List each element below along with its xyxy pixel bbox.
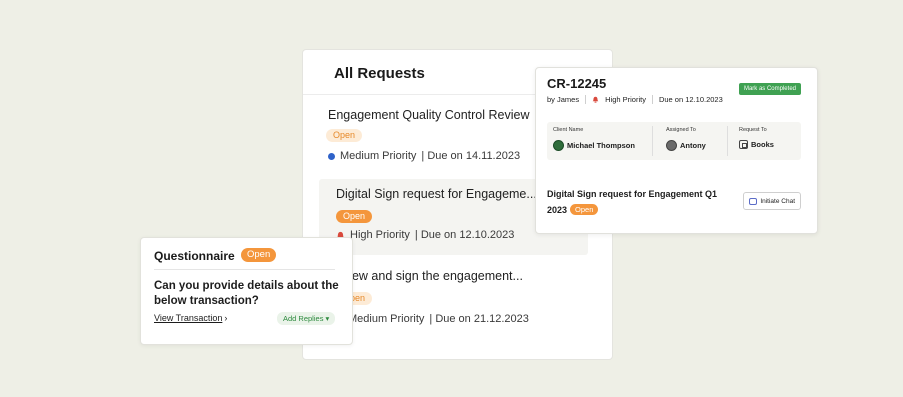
- panel-title: All Requests: [334, 65, 425, 82]
- priority-label: High Priority: [350, 229, 410, 241]
- field-value: Antony: [666, 140, 706, 151]
- divider: [651, 95, 653, 104]
- view-transaction-label: View Transaction: [154, 313, 223, 323]
- status-badge: Open: [570, 204, 599, 215]
- divider: [652, 126, 653, 156]
- view-transaction-link[interactable]: View Transaction ›: [154, 313, 227, 323]
- question-text: Can you provide details about the below …: [154, 280, 339, 307]
- field-value: Michael Thompson: [553, 140, 635, 151]
- request-title: eview and sign the engagement...: [336, 269, 523, 283]
- divider: [154, 269, 335, 270]
- mark-as-completed-button[interactable]: Mark as Completed: [738, 83, 801, 95]
- chevron-down-icon: ▾: [325, 314, 330, 323]
- requester: by James: [547, 95, 580, 104]
- books-icon: [739, 140, 748, 149]
- request-title: Engagement Quality Control Review: [328, 108, 530, 122]
- add-replies-label: Add Replies: [283, 314, 324, 323]
- request-target: Books: [751, 140, 774, 149]
- status-badge: Open: [336, 210, 373, 223]
- priority-label: Medium Priority: [340, 150, 417, 162]
- avatar: [553, 140, 564, 151]
- client-name-field: Client Name Michael Thompson: [553, 127, 635, 151]
- chevron-right-icon: ›: [224, 313, 228, 323]
- request-meta: by James High Priority Due on 12.10.2023: [547, 95, 723, 104]
- due-date: Due on 12.10.2023: [658, 95, 723, 104]
- request-meta: Medium Priority | Due on 14.11.2023: [328, 150, 520, 162]
- request-item[interactable]: eview and sign the engagement... Open Me…: [319, 263, 588, 333]
- status-badge: Open: [326, 129, 363, 142]
- questionnaire-card: Questionnaire Open Can you provide detai…: [140, 237, 353, 345]
- initiate-chat-button[interactable]: Initiate Chat: [743, 192, 801, 210]
- field-label: Request To: [739, 127, 767, 133]
- avatar: [666, 140, 677, 151]
- assigned-to-field: Assigned To Antony: [666, 127, 706, 151]
- field-value: Books: [739, 140, 774, 149]
- request-detail-card: CR-12245 by James High Priority Due on 1…: [535, 67, 818, 234]
- request-title: Digital Sign request for Engageme...: [336, 187, 537, 201]
- priority-label: Medium Priority: [348, 313, 425, 325]
- stage: All Requests Engagement Quality Control …: [0, 0, 903, 397]
- assignee-name: Antony: [680, 141, 706, 150]
- divider: [585, 95, 587, 104]
- chat-icon: [749, 197, 758, 205]
- field-label: Assigned To: [666, 127, 696, 133]
- client-name: Michael Thompson: [567, 141, 635, 150]
- field-label: Client Name: [553, 127, 584, 133]
- chat-button-label: Initiate Chat: [760, 197, 795, 205]
- due-date: | Due on 21.12.2023: [429, 313, 529, 325]
- add-replies-button[interactable]: Add Replies ▾: [277, 312, 336, 325]
- due-date: | Due on 12.10.2023: [414, 229, 515, 241]
- high-priority-icon: [592, 96, 599, 103]
- due-date: | Due on 14.11.2023: [421, 150, 521, 162]
- request-details-box: Client Name Michael Thompson Assigned To…: [547, 122, 801, 160]
- status-badge: Open: [241, 248, 277, 262]
- request-id: CR-12245: [547, 76, 607, 91]
- request-description: Digital Sign request for Engagement Q1 2…: [547, 186, 727, 218]
- medium-priority-icon: [328, 152, 335, 160]
- divider: [727, 126, 728, 156]
- questionnaire-title: Questionnaire: [154, 249, 235, 263]
- priority-label: High Priority: [605, 95, 646, 104]
- request-meta: Medium Priority | Due on 21.12.2023: [336, 313, 529, 325]
- request-meta: High Priority | Due on 12.10.2023: [336, 229, 514, 241]
- request-to-field: Request To Books: [739, 127, 774, 149]
